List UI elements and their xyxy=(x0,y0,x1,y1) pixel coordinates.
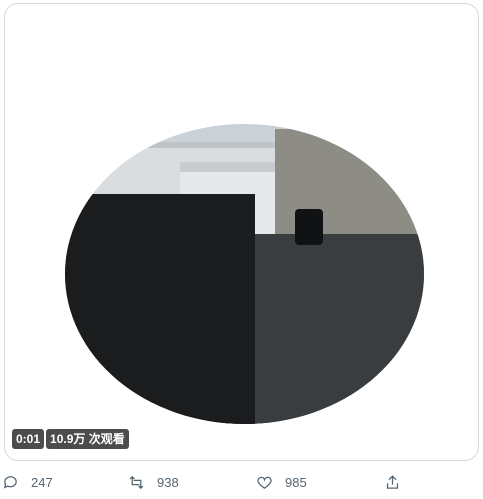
reply-button[interactable]: 247 xyxy=(2,470,53,494)
video-frame-camera xyxy=(295,209,323,245)
like-button[interactable]: 985 xyxy=(256,470,307,494)
video-time: 0:01 xyxy=(12,429,45,449)
share-button[interactable] xyxy=(384,470,401,494)
tweet-action-bar: 247 938 985 xyxy=(0,470,483,494)
like-count: 985 xyxy=(285,474,307,490)
video-frame-crowd xyxy=(65,194,255,424)
heart-icon xyxy=(257,476,272,489)
retweet-icon xyxy=(129,475,144,489)
video-player[interactable] xyxy=(65,124,424,424)
share-icon xyxy=(386,474,399,489)
reply-icon xyxy=(3,475,17,489)
video-view-count: 10.9万 次观看 xyxy=(46,429,129,449)
tweet-media-card xyxy=(4,3,479,461)
video-overlay: 0:01 10.9万 次观看 xyxy=(12,429,129,449)
reply-count: 247 xyxy=(31,474,53,490)
retweet-count: 938 xyxy=(157,474,179,490)
retweet-button[interactable]: 938 xyxy=(128,470,179,494)
